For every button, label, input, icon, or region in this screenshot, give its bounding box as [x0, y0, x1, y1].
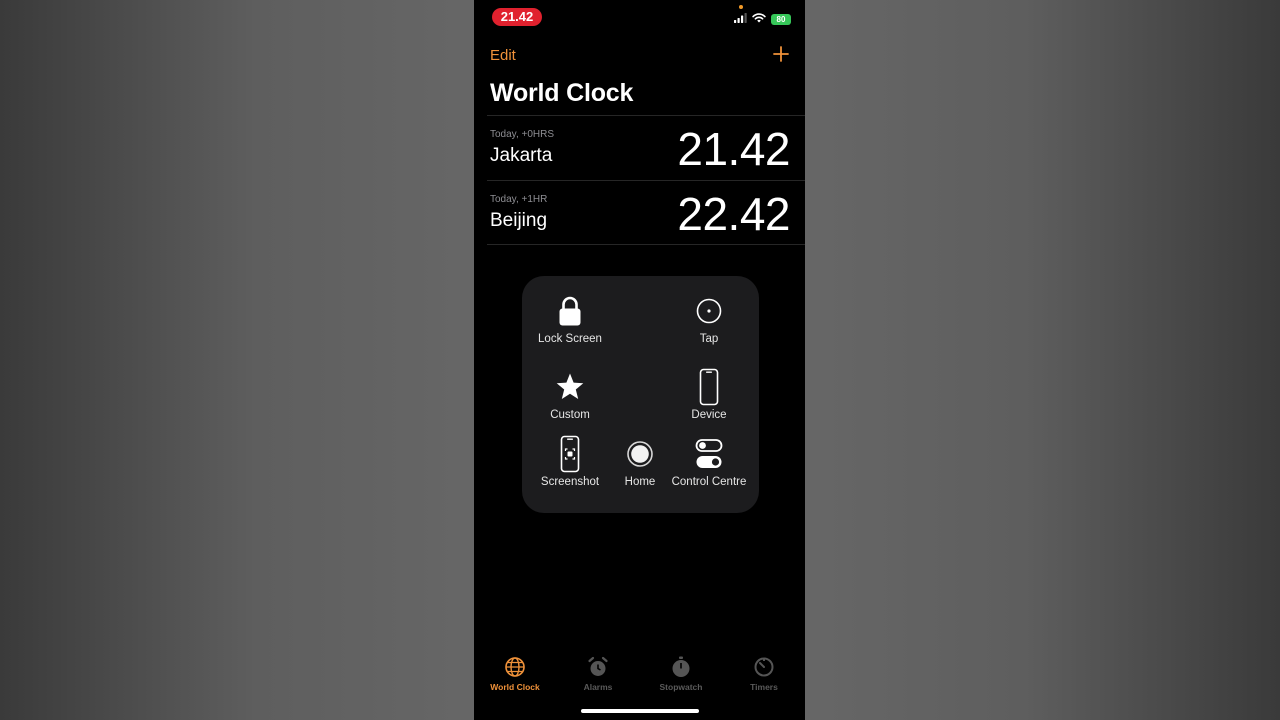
- timer-icon: [724, 654, 804, 680]
- assistive-item-label: Custom: [550, 409, 590, 421]
- device-icon: [671, 368, 747, 406]
- assistive-touch-menu: Lock Screen Tap Custom Device Screenshot…: [522, 276, 759, 513]
- assistive-item-label: Lock Screen: [538, 333, 602, 345]
- assistive-item-label: Device: [691, 409, 727, 421]
- plus-icon[interactable]: [773, 46, 789, 62]
- clock-city: Beijing: [490, 210, 548, 231]
- tab-stopwatch[interactable]: Stopwatch: [641, 654, 721, 692]
- assistive-item-label: Screenshot: [540, 476, 600, 488]
- tab-label: Stopwatch: [659, 682, 703, 692]
- clock-offset: Today, +0HRS: [490, 129, 555, 140]
- globe-icon: [475, 654, 555, 680]
- tab-label: Timers: [750, 682, 778, 692]
- signal-icon: [734, 10, 747, 28]
- assistive-device-button[interactable]: Device: [671, 368, 747, 422]
- assistive-item-label: Control Centre: [671, 476, 747, 488]
- clock-time: 22.42: [677, 188, 790, 240]
- wifi-icon: [752, 10, 766, 28]
- assistive-home-button[interactable]: Home: [602, 437, 678, 489]
- star-icon: [532, 370, 608, 404]
- assistive-item-label: Tap: [699, 333, 719, 345]
- world-clock-list: Today, +0HRS Jakarta 21.42 Today, +1HR B…: [487, 115, 805, 245]
- clock-row[interactable]: Today, +0HRS Jakarta 21.42: [487, 115, 805, 180]
- stopwatch-icon: [641, 654, 721, 680]
- edit-button[interactable]: Edit: [490, 47, 516, 64]
- status-bar-time[interactable]: 21.42: [492, 8, 542, 26]
- tap-icon: [671, 294, 747, 328]
- privacy-indicator-dot: [739, 5, 743, 9]
- assistive-control-centre-button[interactable]: Control Centre: [671, 437, 747, 489]
- tab-timers[interactable]: Timers: [724, 654, 804, 692]
- assistive-custom-button[interactable]: Custom: [532, 370, 608, 422]
- clock-offset: Today, +1HR: [490, 194, 548, 205]
- assistive-item-label: Home: [624, 476, 656, 488]
- screenshot-icon: [532, 435, 608, 473]
- tab-label: Alarms: [583, 682, 613, 692]
- assistive-tap-button[interactable]: Tap: [671, 294, 747, 346]
- phone-screen: 21.42 80 Edit World Clock Today, +0HRS J…: [474, 0, 805, 720]
- clock-row[interactable]: Today, +1HR Beijing 22.42: [487, 180, 805, 245]
- tab-label: World Clock: [490, 682, 540, 692]
- status-bar-icons: 80: [734, 12, 791, 26]
- page-title: World Clock: [490, 79, 634, 107]
- lock-icon: [532, 294, 608, 328]
- assistive-lock-screen-button[interactable]: Lock Screen: [532, 294, 608, 346]
- tab-world-clock[interactable]: World Clock: [475, 654, 555, 692]
- assistive-screenshot-button[interactable]: Screenshot: [532, 435, 608, 489]
- battery-icon: 80: [771, 13, 791, 25]
- clock-city: Jakarta: [490, 145, 553, 166]
- control-centre-icon: [671, 437, 747, 471]
- home-indicator[interactable]: [581, 709, 699, 713]
- alarm-clock-icon: [558, 654, 638, 680]
- clock-time: 21.42: [677, 123, 790, 175]
- tab-bar: World Clock Alarms Stopwatch Timers: [474, 654, 805, 694]
- home-button-icon: [602, 437, 678, 471]
- tab-alarms[interactable]: Alarms: [558, 654, 638, 692]
